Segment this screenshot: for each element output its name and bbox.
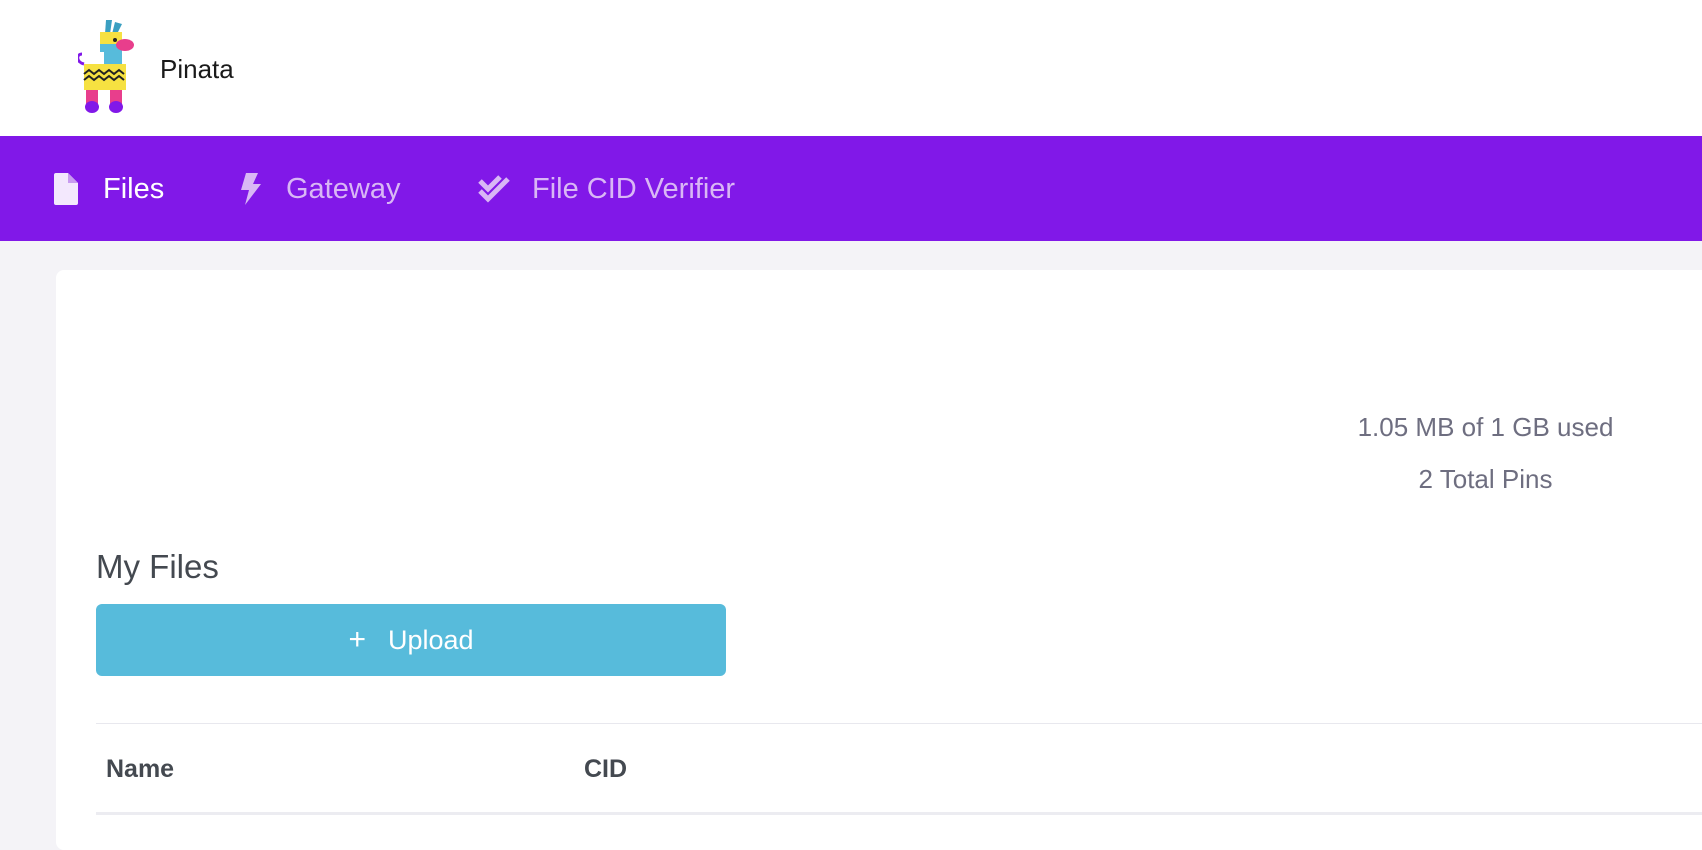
table-header-divider [96, 812, 1702, 815]
column-header-cid[interactable]: CID [584, 754, 627, 784]
upload-button-label: Upload [387, 625, 474, 655]
main-nav: Files Gateway File CID Verifier [0, 136, 1702, 241]
app-header: Pinata [0, 0, 1702, 136]
double-check-icon [478, 173, 510, 205]
files-card: 1.05 MB of 1 GB used 2 Total Pins My Fil… [56, 270, 1702, 850]
nav-label-files: Files [103, 172, 165, 205]
pinata-logo[interactable] [76, 18, 144, 114]
nav-label-gateway: Gateway [286, 172, 401, 205]
nav-label-file-cid-verifier: File CID Verifier [532, 172, 736, 205]
brand-name: Pinata [160, 54, 234, 84]
lightning-icon [240, 172, 262, 205]
storage-usage: 1.05 MB of 1 GB used [1357, 412, 1614, 442]
table-divider [96, 723, 1702, 724]
pinata-llama-logo-icon [76, 20, 134, 113]
file-icon [54, 172, 78, 205]
nav-item-files[interactable]: Files [54, 136, 164, 241]
plus-icon: + [348, 623, 366, 656]
nav-item-file-cid-verifier[interactable]: File CID Verifier [478, 136, 735, 241]
nav-item-gateway[interactable]: Gateway [240, 136, 400, 241]
page-title: My Files [96, 548, 219, 585]
column-header-name[interactable]: Name [106, 754, 174, 784]
upload-button[interactable]: + Upload [96, 604, 726, 676]
total-pins: 2 Total Pins [1418, 464, 1553, 494]
